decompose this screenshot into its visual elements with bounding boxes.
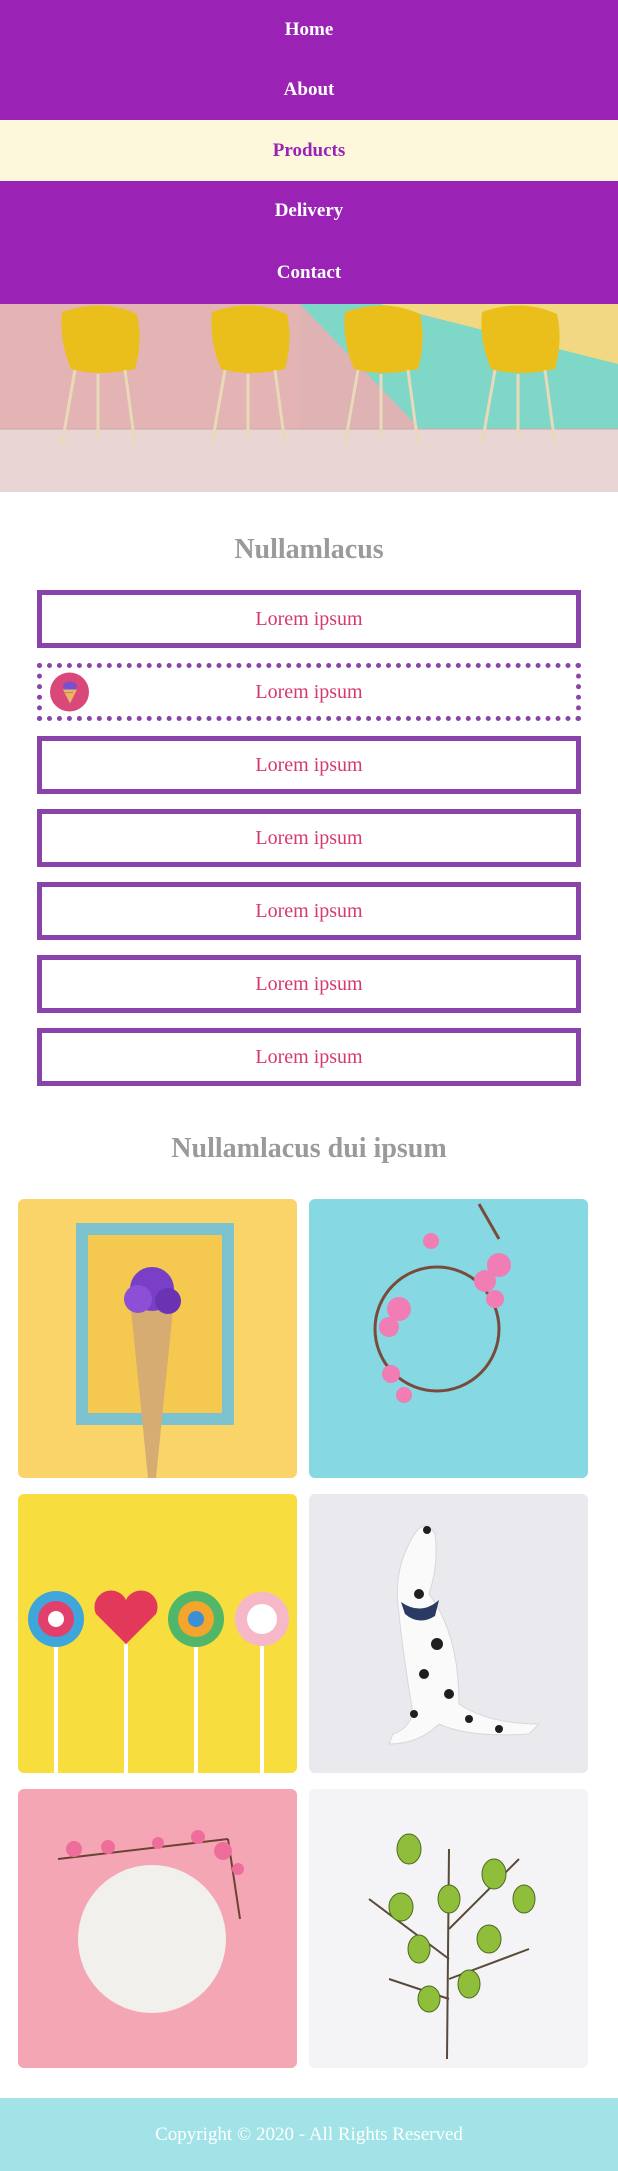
gallery-tile[interactable] <box>309 1199 588 1479</box>
list-item[interactable]: Lorem ipsum <box>37 663 581 722</box>
list-item-label: Lorem ipsum <box>255 972 363 995</box>
nav-item-home[interactable]: Home <box>0 0 618 60</box>
lollipops-image <box>18 1494 297 1774</box>
easter-eggs-branch-image <box>309 1789 588 2069</box>
gallery-tile[interactable] <box>18 1789 297 2069</box>
list-item[interactable]: Lorem ipsum <box>37 955 581 1014</box>
flower-wreath-image <box>309 1199 588 1479</box>
ice-cream-icon <box>50 672 89 712</box>
yellow-chairs-image <box>0 304 618 493</box>
plate-blossom-image <box>18 1789 297 2069</box>
list-item-label: Lorem ipsum <box>255 753 363 776</box>
nav-item-about[interactable]: About <box>0 60 618 121</box>
list-item-label: Lorem ipsum <box>255 826 363 849</box>
gallery-tile[interactable] <box>18 1199 297 1479</box>
section-title: Nullamlacus <box>234 534 384 566</box>
list-item[interactable]: Lorem ipsum <box>37 590 581 649</box>
list-item-label: Lorem ipsum <box>255 680 363 703</box>
nav-label: Delivery <box>274 199 344 221</box>
nav-item-delivery[interactable]: Delivery <box>0 180 618 242</box>
nav-item-contact[interactable]: Contact <box>0 241 618 305</box>
nav-label: Products <box>272 139 346 161</box>
list-item[interactable]: Lorem ipsum <box>37 882 581 941</box>
lorem-list: Lorem ipsum Lorem ipsum Lorem ipsum Lore… <box>0 590 618 1087</box>
nav-label: Home <box>284 19 334 40</box>
gallery-tile[interactable] <box>18 1494 297 1774</box>
list-item[interactable]: Lorem ipsum <box>37 809 581 868</box>
copyright-text: Copyright © 2020 - All Rights Reserved <box>155 2123 463 2145</box>
section-title: Nullamlacus dui ipsum <box>171 1133 447 1165</box>
list-item-label: Lorem ipsum <box>255 607 363 630</box>
nav-label: About <box>283 79 335 101</box>
ice-cream-frame-image <box>18 1199 297 1479</box>
footer: Copyright © 2020 - All Rights Reserved <box>0 2098 618 2171</box>
main-nav: Home About Products Delivery Contact <box>0 0 618 305</box>
nav-item-products[interactable]: Products <box>0 120 618 181</box>
list-item-label: Lorem ipsum <box>255 1045 363 1068</box>
hero-image <box>0 304 618 493</box>
nav-label: Contact <box>276 261 342 283</box>
dalmatian-image <box>309 1494 588 1774</box>
image-gallery <box>0 1199 618 2069</box>
list-item[interactable]: Lorem ipsum <box>37 1028 581 1087</box>
gallery-tile[interactable] <box>309 1789 588 2069</box>
list-item-label: Lorem ipsum <box>255 899 363 922</box>
gallery-tile[interactable] <box>309 1494 588 1774</box>
list-item[interactable]: Lorem ipsum <box>37 736 581 795</box>
